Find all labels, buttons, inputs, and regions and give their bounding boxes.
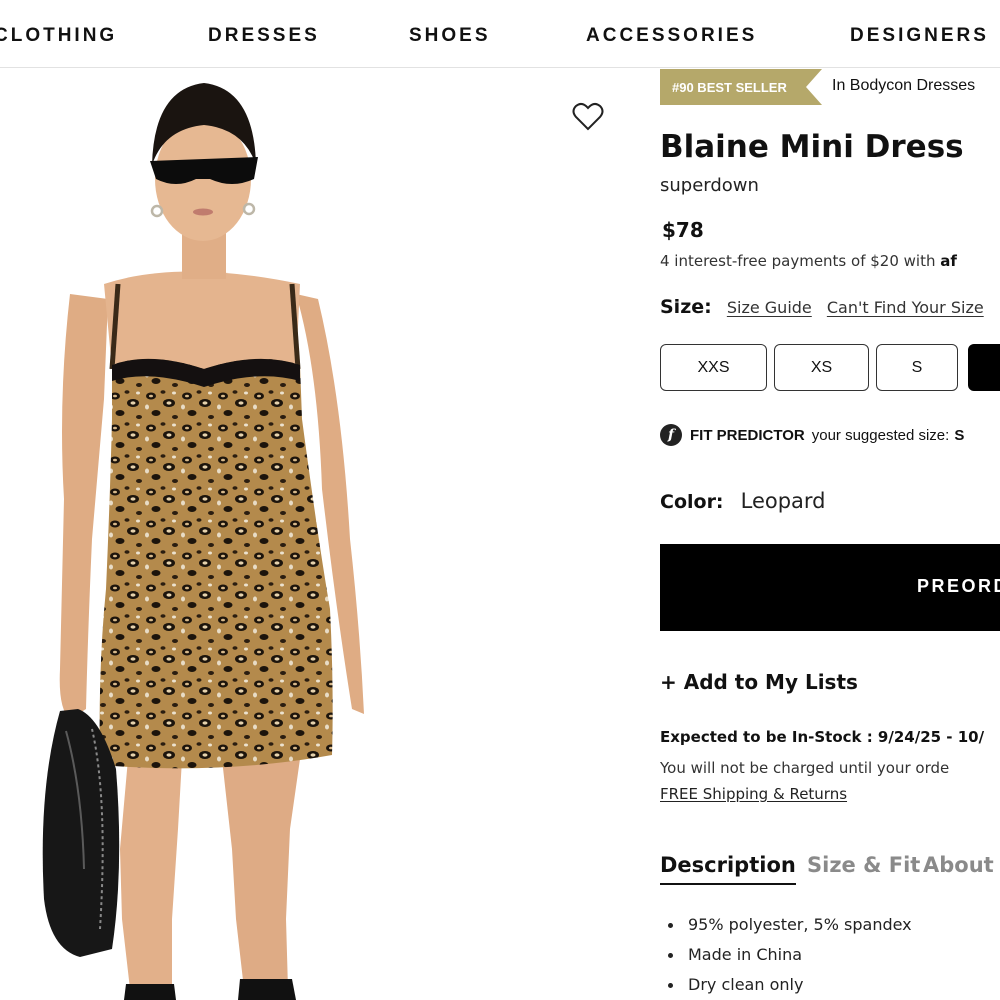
size-label: Size: [660,296,712,318]
color-value: Leopard [740,489,826,513]
size-header: Size: Size Guide Can't Find Your Size [660,296,984,318]
product-title: Blaine Mini Dress [660,129,964,165]
charge-notice-text: You will not be charged until your orde [660,759,950,777]
cant-find-size-link[interactable]: Can't Find Your Size [827,298,984,317]
stock-expected-text: Expected to be In-Stock : 9/24/25 - 10/ [660,728,985,746]
payments-info: 4 interest-free payments of $20 with af [660,252,957,270]
top-navigation: CLOTHING DRESSES SHOES ACCESSORIES DESIG… [0,0,1000,68]
payments-text: 4 interest-free payments of $20 with [660,252,936,270]
description-item: Dry clean only [664,974,912,1000]
size-guide-link[interactable]: Size Guide [727,298,812,317]
preorder-label: PREORD [917,576,1000,596]
tab-description[interactable]: Description [660,853,796,885]
nav-dresses[interactable]: DRESSES [208,25,320,47]
best-seller-row: #90 BEST SELLER In Bodycon Dresses [660,69,1000,105]
wishlist-heart-icon[interactable] [572,102,604,132]
description-item: 95% polyester, 5% spandex [664,914,912,944]
fit-predictor-icon: f [660,424,682,446]
color-row: Color: Leopard [660,489,826,513]
product-info: #90 BEST SELLER In Bodycon Dresses Blain… [660,69,1000,1000]
fit-predictor-text: your suggested size: [811,426,950,444]
add-to-lists-link[interactable]: + Add to My Lists [660,670,858,694]
preorder-button[interactable]: PREORD [660,544,1000,631]
tab-size-fit[interactable]: Size & Fit [807,853,920,877]
nav-clothing[interactable]: CLOTHING [0,25,117,47]
badge-category-link[interactable]: In Bodycon Dresses [832,77,975,95]
fit-predictor-size: S [954,426,965,444]
free-shipping-link[interactable]: FREE Shipping & Returns [660,785,847,803]
best-seller-badge: #90 BEST SELLER [660,69,822,105]
product-photo [42,83,364,1000]
badge-text: #90 BEST SELLER [672,80,787,95]
nav-designers[interactable]: DESIGNERS [850,25,989,47]
product-price: $78 [662,218,704,242]
fit-predictor[interactable]: f FIT PREDICTOR your suggested size: S [660,424,964,446]
tab-about[interactable]: About T [923,853,1000,877]
description-list: 95% polyester, 5% spandex Made in China … [664,914,912,1000]
size-option-selected[interactable] [968,344,1000,391]
product-brand-link[interactable]: superdown [660,175,759,196]
size-option-xs[interactable]: XS [774,344,869,391]
size-option-xxs[interactable]: XXS [660,344,767,391]
description-item: Made in China [664,944,912,974]
product-image-gallery [0,69,640,1000]
nav-accessories[interactable]: ACCESSORIES [586,25,757,47]
fit-predictor-label: FIT PREDICTOR [690,426,805,444]
nav-shoes[interactable]: SHOES [409,25,491,47]
size-option-s[interactable]: S [876,344,958,391]
payments-provider[interactable]: af [940,252,957,270]
color-label: Color: [660,491,724,513]
